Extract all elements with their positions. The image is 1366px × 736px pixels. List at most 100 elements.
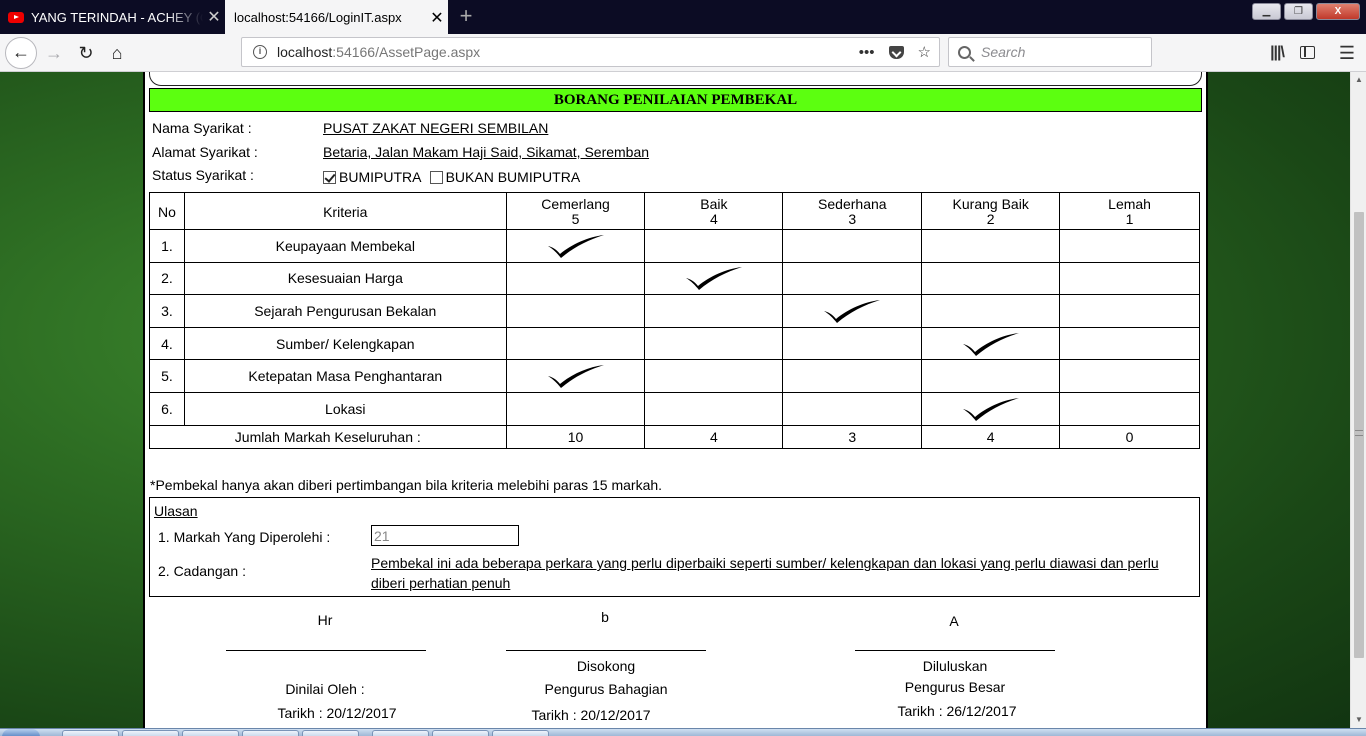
tab-youtube[interactable]: YANG TERINDAH - ACHEY (Official ✕ xyxy=(0,0,225,34)
bukan-bumiputra-checkbox[interactable] xyxy=(429,171,443,184)
nama-value: PUSAT ZAKAT NEGERI SEMBILAN xyxy=(323,120,549,136)
rating-cell[interactable] xyxy=(644,294,784,328)
close-icon[interactable]: ✕ xyxy=(426,8,448,28)
rating-cell[interactable] xyxy=(1059,359,1200,393)
taskbar-item[interactable] xyxy=(242,730,299,736)
checkmark-icon xyxy=(962,332,1019,356)
scroll-up-icon[interactable]: ▲ xyxy=(1351,72,1366,88)
rating-label: Cemerlang xyxy=(541,196,610,212)
header-sederhana: Sederhana 3 xyxy=(782,192,923,230)
status-label: Status Syarikat : xyxy=(152,167,254,183)
taskbar-item[interactable] xyxy=(432,730,489,736)
rating-cell[interactable] xyxy=(921,294,1061,328)
back-button[interactable]: ← xyxy=(5,37,37,69)
signature-role-1: Dinilai Oleh : xyxy=(285,681,365,697)
signature-name-2: b xyxy=(601,609,609,625)
minimize-button[interactable]: ▁ xyxy=(1252,3,1281,20)
rating-cell[interactable] xyxy=(1059,229,1200,263)
table-row: 5. Ketepatan Masa Penghantaran xyxy=(149,359,1200,393)
row-no: 4. xyxy=(149,326,185,361)
taskbar-item[interactable] xyxy=(62,730,119,736)
rating-cell[interactable] xyxy=(921,261,1061,296)
page-actions-icon[interactable]: ••• xyxy=(859,44,875,61)
total-row: Jumlah Markah Keseluruhan : 10 4 3 4 0 xyxy=(149,424,1200,449)
taskbar-item[interactable] xyxy=(372,730,429,736)
total-value: 4 xyxy=(921,424,1061,449)
bumiputra-checkbox[interactable] xyxy=(323,171,336,184)
rating-cell[interactable] xyxy=(921,391,1061,426)
reload-button[interactable]: ↻ xyxy=(70,37,102,69)
forward-button[interactable]: → xyxy=(38,37,70,69)
new-tab-button[interactable]: + xyxy=(454,4,478,28)
rating-cell[interactable] xyxy=(782,261,923,296)
signature-date-3: Tarikh : 26/12/2017 xyxy=(897,703,1017,719)
bookmark-star-icon[interactable]: ☆ xyxy=(918,43,931,61)
nama-row: Nama Syarikat : PUSAT ZAKAT NEGERI SEMBI… xyxy=(152,120,548,136)
rating-cell[interactable] xyxy=(505,359,646,393)
rating-cell[interactable] xyxy=(782,326,923,361)
address-bar[interactable]: i localhost:54166/AssetPage.aspx ••• ☆ xyxy=(241,37,940,67)
hamburger-menu-icon[interactable]: ☰ xyxy=(1332,37,1362,69)
table-header-row: No Kriteria Cemerlang 5 Baik 4 Sederhana 3 … xyxy=(149,192,1200,230)
rating-cell[interactable] xyxy=(505,326,646,361)
rating-cell[interactable] xyxy=(782,294,923,328)
evaluation-table: No Kriteria Cemerlang 5 Baik 4 Sederhana 3 … xyxy=(149,192,1200,449)
tab-fade xyxy=(167,0,203,34)
form-panel: BORANG PENILAIAN PEMBEKAL Nama Syarikat … xyxy=(143,72,1208,728)
rating-cell[interactable] xyxy=(505,391,646,426)
row-kriteria: Sejarah Pengurusan Bekalan xyxy=(183,294,507,328)
vertical-scrollbar[interactable]: ▲ ▼ xyxy=(1350,72,1366,728)
library-icon[interactable]: |||\ xyxy=(1262,37,1292,69)
start-button[interactable] xyxy=(2,729,40,736)
rating-cell[interactable] xyxy=(1059,391,1200,426)
nama-label: Nama Syarikat : xyxy=(152,120,252,136)
home-button[interactable]: ⌂ xyxy=(101,37,133,69)
taskbar-item[interactable] xyxy=(122,730,179,736)
rating-cell[interactable] xyxy=(1059,261,1200,296)
rating-cell[interactable] xyxy=(921,229,1061,263)
navigation-toolbar: ← → ↻ ⌂ i localhost:54166/AssetPage.aspx… xyxy=(0,34,1366,72)
taskbar-item[interactable] xyxy=(182,730,239,736)
header-cemerlang: Cemerlang 5 xyxy=(505,192,646,230)
row-kriteria: Lokasi xyxy=(183,391,507,426)
maximize-button[interactable]: ❐ xyxy=(1284,3,1313,20)
rating-cell[interactable] xyxy=(1059,326,1200,361)
info-icon[interactable]: i xyxy=(253,45,267,59)
tab-login[interactable]: localhost:54166/LoginIT.aspx ✕ xyxy=(225,0,448,35)
total-value: 3 xyxy=(782,424,923,449)
rating-cell[interactable] xyxy=(921,359,1061,393)
scroll-down-icon[interactable]: ▼ xyxy=(1351,712,1366,728)
rating-cell[interactable] xyxy=(782,391,923,426)
close-icon[interactable]: ✕ xyxy=(203,7,225,27)
rating-cell[interactable] xyxy=(505,294,646,328)
rating-cell[interactable] xyxy=(644,326,784,361)
taskbar-item[interactable] xyxy=(302,730,359,736)
checkmark-icon xyxy=(547,234,604,258)
rating-cell[interactable] xyxy=(644,391,784,426)
total-value: 0 xyxy=(1059,424,1200,449)
rating-cell[interactable] xyxy=(505,261,646,296)
rating-cell[interactable] xyxy=(644,359,784,393)
rating-cell[interactable] xyxy=(505,229,646,263)
rating-cell[interactable] xyxy=(782,229,923,263)
rating-cell[interactable] xyxy=(782,359,923,393)
taskbar-item[interactable] xyxy=(492,730,549,736)
signature-role-2: Disokong xyxy=(576,658,636,674)
url-text[interactable]: localhost:54166/AssetPage.aspx xyxy=(277,44,859,60)
rating-cell[interactable] xyxy=(644,229,784,263)
pocket-icon[interactable] xyxy=(888,45,904,59)
bukan-bumiputra-label: BUKAN BUMIPUTRA xyxy=(445,169,581,185)
row-no: 6. xyxy=(149,391,185,426)
search-box[interactable]: Search xyxy=(948,37,1152,67)
signature-name-3: A xyxy=(949,613,959,629)
signature-name-1: Hr xyxy=(317,612,333,628)
rating-cell[interactable] xyxy=(644,261,784,296)
rating-cell[interactable] xyxy=(1059,294,1200,328)
sidebar-toggle[interactable] xyxy=(1292,37,1322,69)
signature-date-2: Tarikh : 20/12/2017 xyxy=(531,707,651,723)
rating-cell[interactable] xyxy=(921,326,1061,361)
checkmark-icon xyxy=(824,299,881,323)
window-close-button[interactable]: X xyxy=(1316,3,1360,20)
url-host: localhost xyxy=(277,44,333,60)
markah-input[interactable] xyxy=(371,525,519,546)
